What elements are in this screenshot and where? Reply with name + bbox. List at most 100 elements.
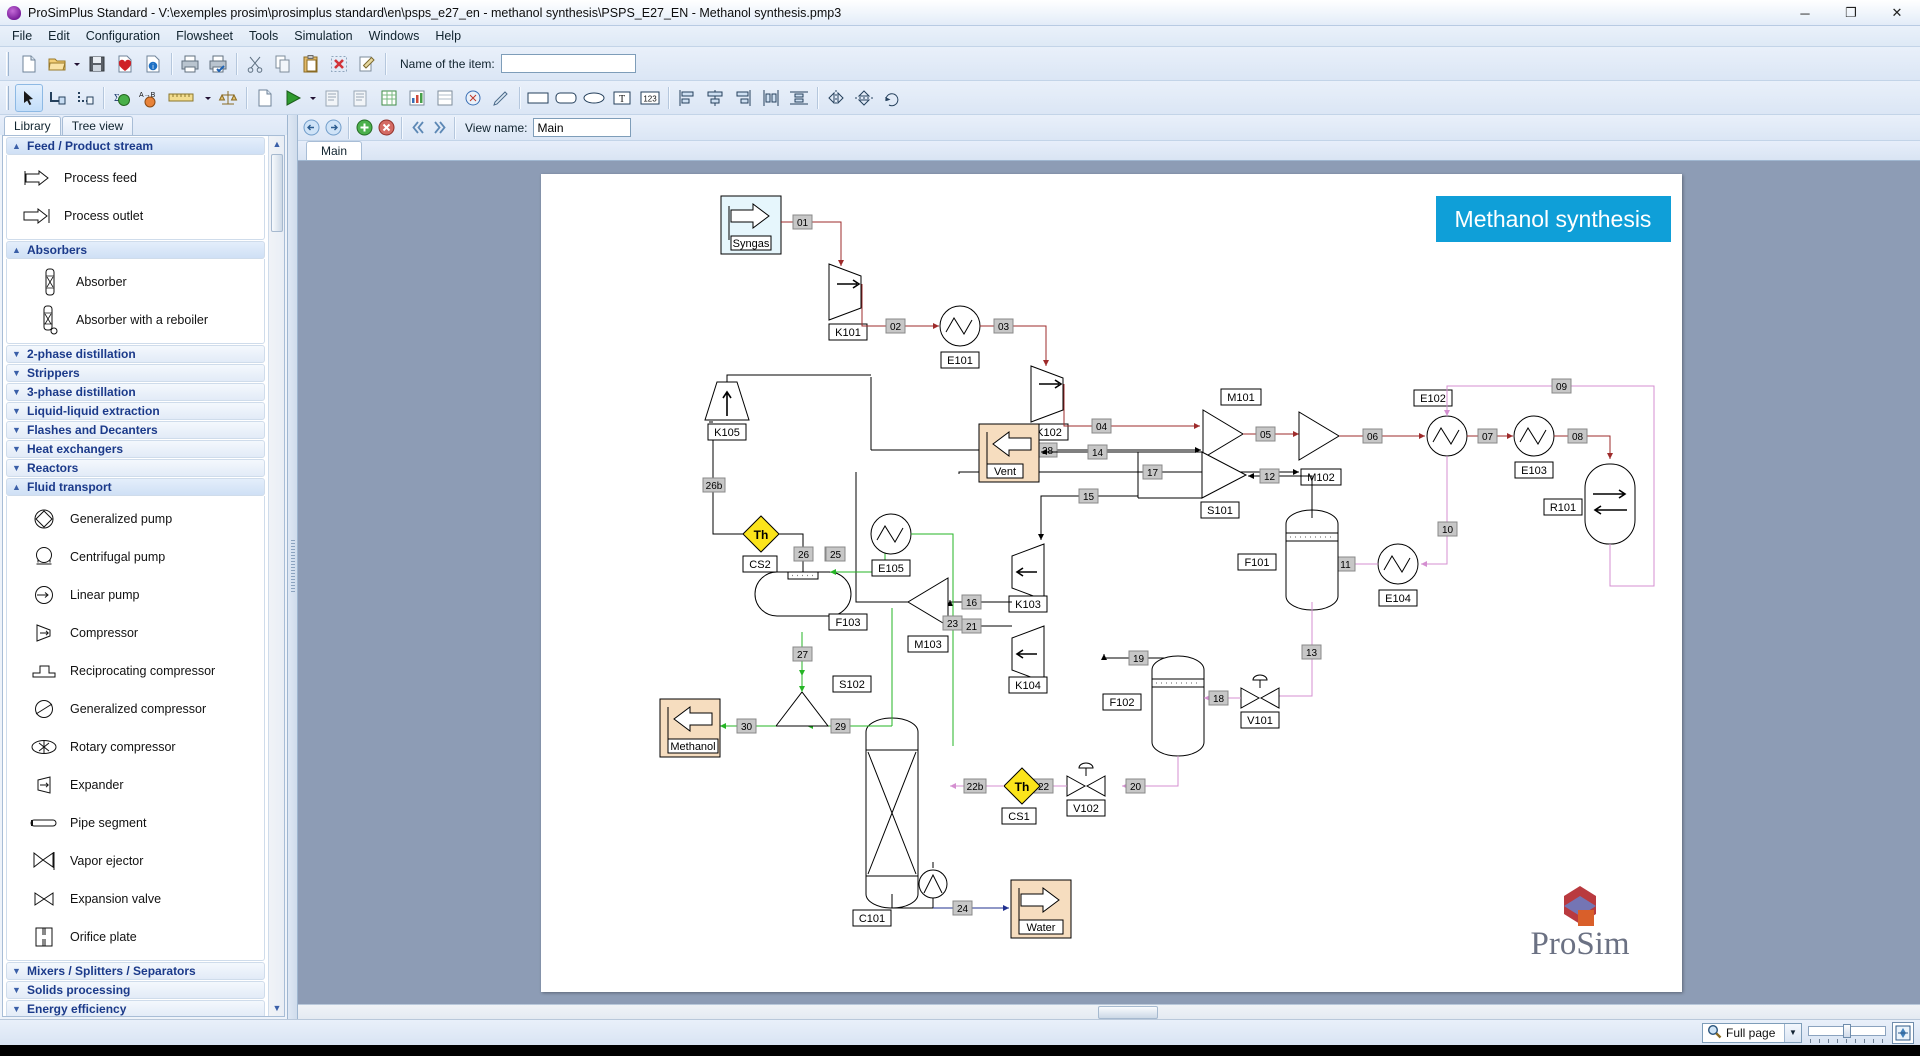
delete-button[interactable] — [325, 50, 353, 78]
palette-group-header[interactable]: ▼ Flashes and Decanters — [6, 421, 265, 439]
view-back-button[interactable] — [300, 117, 322, 139]
rotate-tool[interactable] — [878, 84, 906, 112]
print-preview-button[interactable] — [204, 50, 232, 78]
palette-group-header[interactable]: ▼ 3-phase distillation — [6, 383, 265, 401]
run-button[interactable] — [279, 84, 307, 112]
palette-group-header[interactable]: ▼ Heat exchangers — [6, 440, 265, 458]
align-center-tool[interactable] — [701, 84, 729, 112]
flip-horizontal-tool[interactable] — [822, 84, 850, 112]
tab-tree-view[interactable]: Tree view — [61, 116, 134, 135]
view-forward-button[interactable] — [322, 117, 344, 139]
palette-item-vapor-ejector[interactable]: Vapor ejector — [7, 842, 264, 880]
ruler-tool[interactable] — [164, 84, 202, 112]
view-next-button[interactable] — [428, 117, 450, 139]
cut-button[interactable] — [241, 50, 269, 78]
palette-item-pipe-segment[interactable]: Pipe segment — [7, 804, 264, 842]
scroll-down-icon[interactable]: ▼ — [269, 1000, 284, 1016]
scrollbar-thumb[interactable] — [271, 154, 283, 232]
sigma-sphere-tool[interactable]: Σ — [108, 84, 136, 112]
copy-button[interactable] — [269, 50, 297, 78]
table-button[interactable] — [431, 84, 459, 112]
select-tool[interactable] — [15, 83, 43, 112]
scrollbar-thumb[interactable] — [1098, 1006, 1158, 1019]
chart-button[interactable] — [403, 84, 431, 112]
menu-item-edit[interactable]: Edit — [40, 27, 78, 45]
toolbar-grip[interactable] — [5, 51, 12, 76]
horizontal-scrollbar[interactable] — [298, 1004, 1920, 1019]
palette-item-process-outlet[interactable]: Process outlet — [7, 197, 264, 235]
tab-library[interactable]: Library — [4, 116, 61, 136]
connect-stream-tool[interactable] — [43, 84, 71, 112]
palette-item-generalized-pump[interactable]: Generalized pump — [7, 500, 264, 538]
rect-shape-tool[interactable] — [524, 84, 552, 112]
save-button[interactable] — [83, 50, 111, 78]
palette-item-generalized-compressor[interactable]: Generalized compressor — [7, 690, 264, 728]
maximize-button[interactable]: ❐ — [1828, 0, 1874, 26]
view-remove-button[interactable] — [375, 117, 397, 139]
palette-item-rotary-compressor[interactable]: Rotary compressor — [7, 728, 264, 766]
view-prev-button[interactable] — [406, 117, 428, 139]
ruler-dropdown-button[interactable] — [202, 84, 214, 112]
palette-group-header[interactable]: ▲ Feed / Product stream — [6, 137, 265, 155]
rounded-rect-shape-tool[interactable] — [552, 84, 580, 112]
panel-splitter[interactable] — [288, 115, 298, 1019]
menu-item-help[interactable]: Help — [427, 27, 469, 45]
chevron-down-icon[interactable]: ▼ — [1784, 1023, 1801, 1042]
minimize-button[interactable]: ─ — [1782, 0, 1828, 26]
flowsheet-canvas[interactable]: Methanol synthesis ProSim Syngas 01 K101… — [298, 161, 1920, 1004]
close-button[interactable]: ✕ — [1874, 0, 1920, 26]
palette-group-header[interactable]: ▲ Absorbers — [6, 241, 265, 259]
palette-item-expander[interactable]: Expander — [7, 766, 264, 804]
palette-item-absorber-with-reboiler[interactable]: Absorber with a reboiler — [7, 301, 264, 339]
fit-page-button[interactable] — [1892, 1021, 1914, 1044]
distribute-vertical-tool[interactable] — [785, 84, 813, 112]
connect-dashed-tool[interactable] — [71, 84, 99, 112]
menu-item-tools[interactable]: Tools — [241, 27, 286, 45]
palette-item-expansion-valve[interactable]: Expansion valve — [7, 880, 264, 918]
menu-item-flowsheet[interactable]: Flowsheet — [168, 27, 241, 45]
palette-group-header[interactable]: ▼ Energy efficiency — [6, 1000, 265, 1016]
palette-group-header[interactable]: ▼ Strippers — [6, 364, 265, 382]
palette-item-absorber[interactable]: Absorber — [7, 263, 264, 301]
palette-item-reciprocating-compressor[interactable]: Reciprocating compressor — [7, 652, 264, 690]
palette-group-header[interactable]: ▼ Liquid-liquid extraction — [6, 402, 265, 420]
properties-button[interactable]: i — [139, 50, 167, 78]
open-file-button[interactable] — [43, 50, 71, 78]
distribute-horizontal-tool[interactable] — [757, 84, 785, 112]
toolbar-grip[interactable] — [5, 85, 12, 110]
new-file-button[interactable] — [15, 50, 43, 78]
palette-item-orifice-plate[interactable]: Orifice plate — [7, 918, 264, 956]
edit-button[interactable] — [353, 50, 381, 78]
view-add-button[interactable] — [353, 117, 375, 139]
scroll-up-icon[interactable]: ▲ — [269, 136, 284, 152]
spreadsheet-button[interactable] — [375, 84, 403, 112]
palette-vertical-scrollbar[interactable]: ▲ ▼ — [268, 136, 284, 1016]
zoom-slider[interactable] — [1808, 1023, 1886, 1043]
menu-item-file[interactable]: File — [4, 27, 40, 45]
flip-vertical-tool[interactable] — [850, 84, 878, 112]
document-tab-main[interactable]: Main — [306, 141, 363, 160]
ellipse-shape-tool[interactable] — [580, 84, 608, 112]
text-tool[interactable]: T — [608, 84, 636, 112]
palette-group-header[interactable]: ▼ Reactors — [6, 459, 265, 477]
balance-scale-tool[interactable] — [214, 84, 242, 112]
paste-button[interactable] — [297, 50, 325, 78]
stop-button[interactable] — [319, 84, 347, 112]
a-to-b-rename-tool[interactable]: A→B — [136, 84, 164, 112]
align-left-tool[interactable] — [673, 84, 701, 112]
palette-group-header[interactable]: ▼ 2-phase distillation — [6, 345, 265, 363]
menu-item-windows[interactable]: Windows — [361, 27, 428, 45]
flowsheet-page[interactable]: Methanol synthesis ProSim Syngas 01 K101… — [541, 174, 1682, 992]
item-name-input[interactable] — [500, 54, 636, 73]
save-as-button[interactable] — [111, 50, 139, 78]
open-dropdown-button[interactable] — [71, 50, 83, 78]
palette-item-centrifugal-pump[interactable]: Centrifugal pump — [7, 538, 264, 576]
number-tool[interactable]: 123 — [636, 84, 664, 112]
slider-knob[interactable] — [1843, 1023, 1851, 1038]
pause-button[interactable] — [347, 84, 375, 112]
zoom-level-combobox[interactable]: Full page ▼ — [1702, 1022, 1802, 1043]
palette-group-header[interactable]: ▼ Mixers / Splitters / Separators — [6, 962, 265, 980]
new-sheet-tool[interactable] — [251, 84, 279, 112]
palette-group-header[interactable]: ▼ Solids processing — [6, 981, 265, 999]
palette-item-process-feed[interactable]: Process feed — [7, 159, 264, 197]
